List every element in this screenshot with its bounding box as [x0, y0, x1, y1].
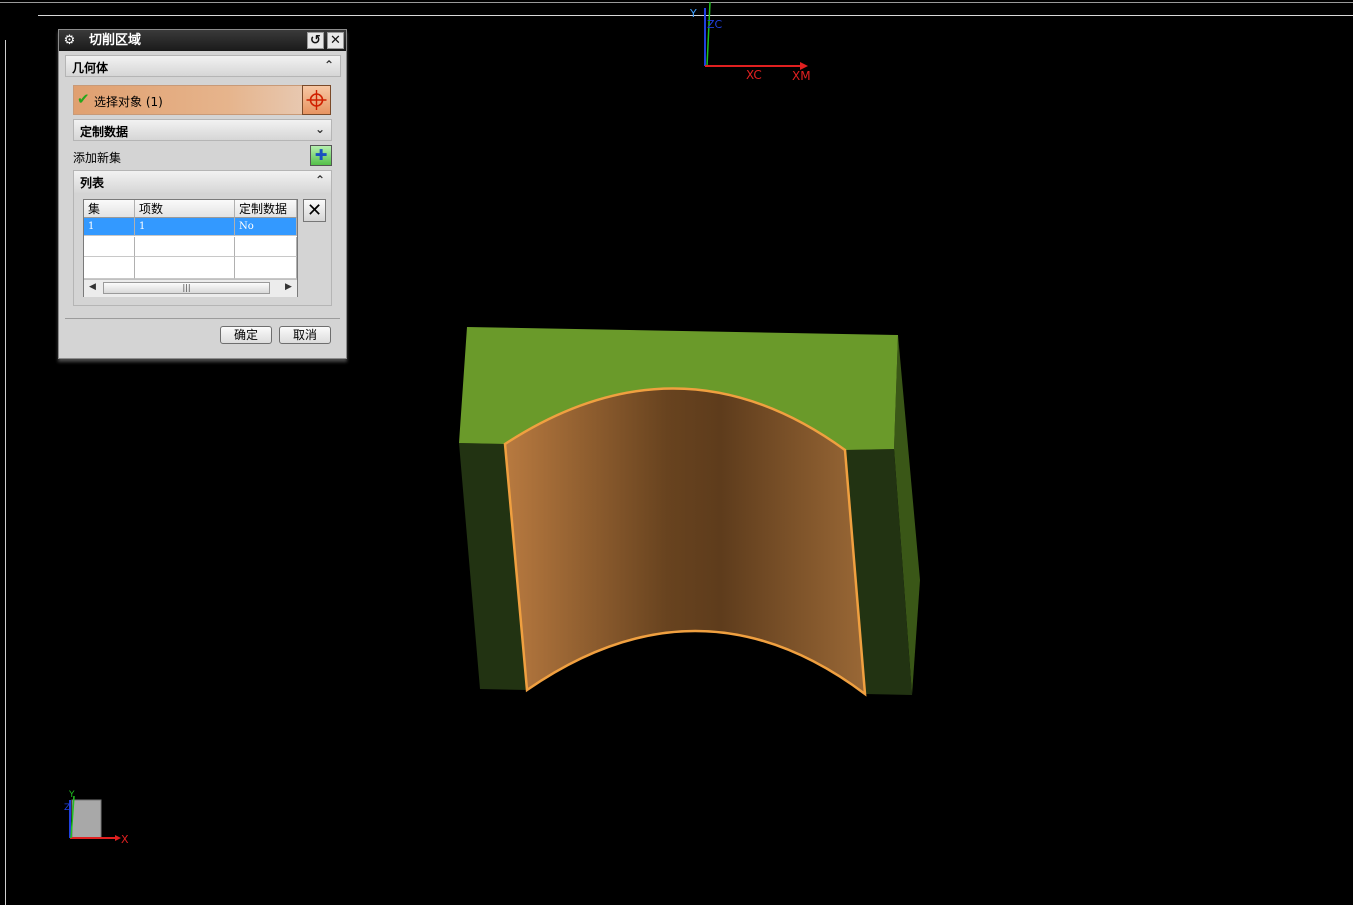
table-empty-row [135, 237, 235, 257]
crosshair-icon [306, 90, 327, 110]
table-empty-row [135, 257, 235, 279]
table-empty-row [235, 257, 297, 279]
select-object-label: 选择对象 (1) [94, 95, 163, 109]
table-empty-row [84, 237, 135, 257]
table-empty-row [235, 237, 297, 257]
select-object-button[interactable] [302, 85, 331, 115]
custom-data-section-header[interactable]: 定制数据 ⌄ [73, 119, 332, 141]
scroll-right-icon[interactable]: ▶ [285, 282, 292, 292]
sets-table[interactable]: 集 项数 定制数据 1 1 No ◀ ||| ▶ [83, 199, 298, 297]
list-section-header[interactable]: 列表 ⌃ [74, 171, 331, 193]
table-header-count[interactable]: 项数 [135, 200, 235, 218]
table-row-cell-count[interactable]: 1 [135, 218, 235, 236]
table-header-custom-data[interactable]: 定制数据 [235, 200, 297, 218]
view-triad-cube[interactable] [71, 799, 102, 839]
add-set-icon: ✚ [314, 146, 328, 164]
triad-y-label: Y [69, 790, 75, 800]
wcs-zc-label: ZC [707, 18, 723, 31]
cut-area-face[interactable] [503, 387, 867, 697]
scrollbar-thumb[interactable]: ||| [103, 282, 270, 294]
select-object-row[interactable]: ✔ 选择对象 (1) [73, 85, 331, 115]
custom-data-section-label: 定制数据 [80, 125, 129, 139]
horizontal-scrollbar[interactable]: ◀ ||| ▶ [84, 279, 297, 297]
geometry-section-label: 几何体 [72, 61, 109, 75]
checkmark-icon: ✔ [77, 90, 90, 108]
button-separator [65, 318, 340, 319]
wcs-y-label: Y [690, 7, 697, 20]
list-section-label: 列表 [80, 176, 105, 190]
table-header-set[interactable]: 集 [84, 200, 135, 218]
gear-icon[interactable]: ⚙ [62, 33, 77, 48]
list-panel: 列表 ⌃ 集 项数 定制数据 1 1 No ◀ ||| ▶ ✕ [73, 170, 332, 306]
dialog-titlebar[interactable]: ⚙ 切削区域 ↺ ✕ [59, 30, 346, 51]
triad-x-label: X [121, 833, 129, 846]
close-icon[interactable]: ✕ [327, 32, 344, 49]
geometry-section-header[interactable]: 几何体 ⌃ [65, 55, 341, 77]
add-new-set-button[interactable]: ✚ [310, 145, 332, 166]
wcs-xc-label: XC [746, 68, 762, 82]
chevron-up-icon[interactable]: ⌃ [324, 58, 334, 72]
triad-z-label: Z [64, 803, 71, 813]
table-empty-row [84, 257, 135, 279]
scroll-left-icon[interactable]: ◀ [89, 282, 96, 292]
chevron-up-icon[interactable]: ⌃ [315, 173, 325, 187]
cut-area-dialog: ⚙ 切削区域 ↺ ✕ 几何体 ⌃ ✔ 选择对象 (1) 定制数据 ⌄ 添加新集 … [58, 29, 347, 359]
wcs-xm-label: XM [792, 69, 811, 83]
cancel-button[interactable]: 取消 [279, 326, 331, 344]
chevron-down-icon[interactable]: ⌄ [315, 122, 325, 136]
table-row-cell-set[interactable]: 1 [84, 218, 135, 236]
ok-button[interactable]: 确定 [220, 326, 272, 344]
reset-icon[interactable]: ↺ [307, 32, 324, 49]
delete-icon: ✕ [306, 200, 323, 221]
add-new-set-label: 添加新集 [73, 151, 122, 165]
dialog-title: 切削区域 [89, 33, 142, 48]
table-row-cell-custom-data[interactable]: No [235, 218, 297, 236]
wcs-y-axis [706, 1, 711, 67]
delete-set-button[interactable]: ✕ [303, 199, 326, 222]
